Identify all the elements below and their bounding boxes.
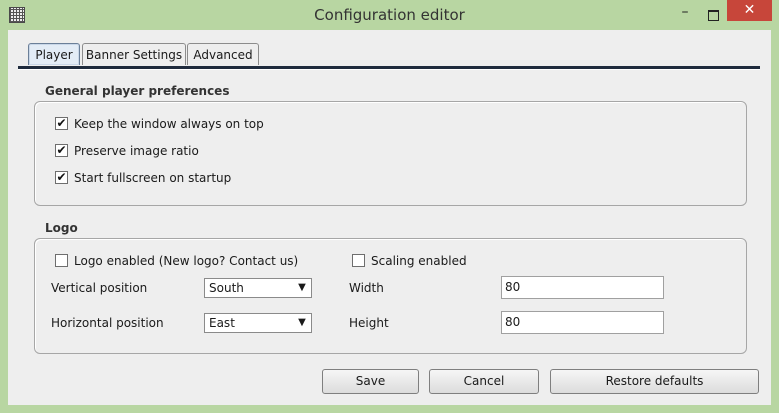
option-scaling-enabled[interactable]: Scaling enabled <box>352 253 467 269</box>
option-always-on-top-label: Keep the window always on top <box>74 117 264 131</box>
option-start-fullscreen[interactable]: ✔ Start fullscreen on startup <box>55 170 231 186</box>
checkbox-preserve-ratio[interactable]: ✔ <box>55 144 68 157</box>
minimize-button[interactable]: – <box>670 4 700 24</box>
tab-banner-settings[interactable]: Banner Settings <box>82 43 186 65</box>
tab-strip-highlight <box>18 69 760 70</box>
option-logo-enabled-label: Logo enabled (New logo? Contact us) <box>74 254 299 268</box>
option-logo-enabled[interactable]: Logo enabled (New logo? Contact us) <box>55 253 298 269</box>
vertical-position-label: Vertical position <box>51 281 148 295</box>
restore-defaults-button[interactable]: Restore defaults <box>550 369 759 394</box>
vertical-position-value: South <box>209 281 244 295</box>
maximize-button[interactable] <box>700 4 726 24</box>
option-always-on-top[interactable]: ✔ Keep the window always on top <box>55 116 264 132</box>
checkbox-always-on-top[interactable]: ✔ <box>55 117 68 130</box>
title-bar[interactable]: Configuration editor – ✕ <box>0 0 779 30</box>
window-title: Configuration editor <box>314 6 465 24</box>
cancel-button[interactable]: Cancel <box>429 369 539 394</box>
width-label: Width <box>349 281 384 295</box>
height-field[interactable]: 80 <box>501 311 664 334</box>
height-label: Height <box>349 316 389 330</box>
chevron-down-icon: ▼ <box>298 317 306 328</box>
maximize-icon <box>707 10 719 21</box>
option-start-fullscreen-label: Start fullscreen on startup <box>74 171 232 185</box>
checkbox-scaling-enabled[interactable] <box>352 254 365 267</box>
horizontal-position-label: Horizontal position <box>51 316 164 330</box>
option-scaling-enabled-label: Scaling enabled <box>371 254 467 268</box>
option-preserve-ratio-label: Preserve image ratio <box>74 144 199 158</box>
tab-player[interactable]: Player <box>28 43 80 65</box>
configuration-editor-window: Configuration editor – ✕ Player Banner S… <box>0 0 779 413</box>
horizontal-position-value: East <box>209 316 235 330</box>
tab-advanced-label: Advanced <box>193 48 253 62</box>
tab-player-label: Player <box>35 48 73 62</box>
close-icon: ✕ <box>743 2 756 18</box>
vertical-position-select[interactable]: South ▼ <box>204 278 312 298</box>
horizontal-position-select[interactable]: East ▼ <box>204 313 312 333</box>
general-preferences-title: General player preferences <box>45 84 230 98</box>
tab-advanced[interactable]: Advanced <box>187 43 259 65</box>
save-button[interactable]: Save <box>322 369 419 394</box>
close-button[interactable]: ✕ <box>727 0 772 21</box>
checkbox-logo-enabled[interactable] <box>55 254 68 267</box>
width-field[interactable]: 80 <box>501 276 664 299</box>
chevron-down-icon: ▼ <box>298 282 306 293</box>
tab-banner-settings-label: Banner Settings <box>85 48 183 62</box>
logo-section-title: Logo <box>45 221 78 235</box>
option-preserve-ratio[interactable]: ✔ Preserve image ratio <box>55 143 199 159</box>
checkbox-start-fullscreen[interactable]: ✔ <box>55 171 68 184</box>
